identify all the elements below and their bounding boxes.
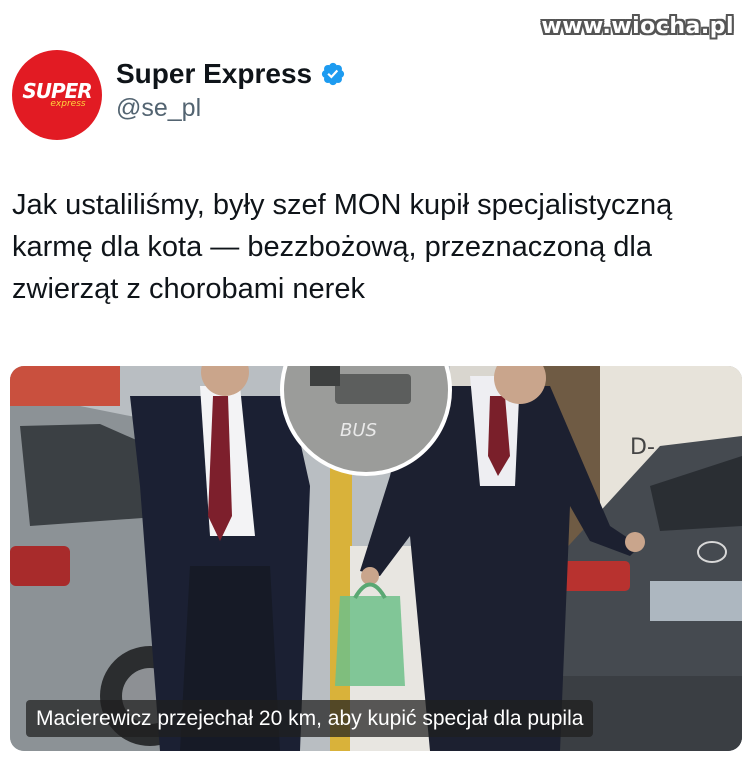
- photo-illustration: D- BUS: [10, 366, 742, 751]
- site-watermark: www.wiocha.pl: [541, 14, 734, 39]
- verified-badge-icon: [322, 62, 345, 86]
- avatar-logo-sub: express: [50, 99, 86, 109]
- display-name[interactable]: Super Express: [116, 58, 312, 90]
- account-handle[interactable]: @se_pl: [116, 94, 346, 123]
- account-names: Super Express @se_pl: [116, 58, 346, 123]
- display-name-row: Super Express: [116, 58, 346, 90]
- tweet-media-image[interactable]: D- BUS Macierewicz przejechał 20 km, aby…: [10, 366, 742, 751]
- tweet-header: SUPER express Super Express @se_pl: [12, 50, 732, 142]
- media-caption: Macierewicz przejechał 20 km, aby kupić …: [26, 700, 594, 737]
- avatar[interactable]: SUPER express: [12, 50, 102, 140]
- tweet-text: Jak ustaliliśmy, były szef MON kupił spe…: [12, 189, 673, 305]
- inset-road-text: BUS: [340, 420, 377, 441]
- avatar-logo-main: SUPER: [22, 79, 92, 103]
